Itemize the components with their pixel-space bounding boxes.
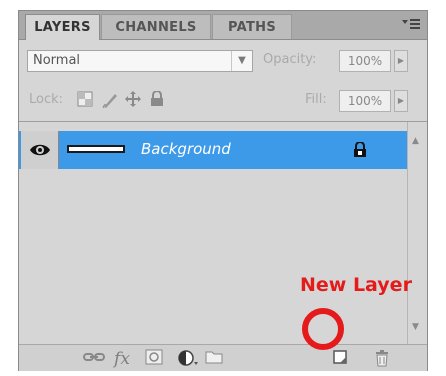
layer-name[interactable]: Background	[141, 140, 231, 158]
opacity-field[interactable]: 100%	[339, 50, 391, 72]
panel-menu-icon[interactable]	[401, 17, 421, 33]
blend-mode-value: Normal	[33, 53, 81, 68]
new-layer-icon[interactable]	[329, 349, 351, 369]
lock-fill-row: Lock: Fill: 100% ▶	[19, 81, 427, 122]
new-layer-highlight-circle	[302, 308, 344, 350]
lock-label: Lock:	[29, 92, 64, 107]
blend-opacity-row: Normal ▼ Opacity: 100% ▶	[19, 41, 427, 81]
adjustment-layer-icon[interactable]	[177, 349, 199, 369]
opacity-label: Opacity:	[263, 52, 317, 67]
scroll-down-icon[interactable]: ▼	[412, 322, 419, 332]
layer-list-scrollbar[interactable]: ▲ ▼	[407, 122, 427, 344]
lock-position-icon[interactable]	[125, 91, 141, 109]
lock-all-icon[interactable]	[149, 90, 165, 109]
layer-list: Background	[19, 122, 407, 344]
panel-tab-bar: LAYERS CHANNELS PATHS	[19, 11, 427, 40]
new-layer-annotation: New Layer	[300, 274, 412, 296]
layer-row-background[interactable]: Background	[19, 131, 407, 169]
panel-bottom-toolbar: fx	[19, 344, 427, 371]
layers-panel: LAYERS CHANNELS PATHS Normal ▼ Opacity: …	[18, 10, 428, 371]
scroll-up-icon[interactable]: ▲	[412, 136, 419, 146]
mask-icon[interactable]	[143, 349, 165, 369]
blend-mode-select[interactable]: Normal ▼	[27, 50, 253, 72]
tab-paths[interactable]: PATHS	[212, 14, 292, 39]
tab-layers[interactable]: LAYERS	[25, 14, 100, 40]
new-group-icon[interactable]	[203, 349, 225, 369]
layer-lock-icon	[353, 141, 367, 162]
visibility-eye-icon[interactable]	[21, 131, 59, 169]
link-layers-icon[interactable]	[83, 349, 105, 369]
delete-layer-icon[interactable]	[371, 349, 393, 369]
fill-slider-toggle[interactable]: ▶	[394, 90, 408, 112]
opacity-slider-toggle[interactable]: ▶	[394, 50, 408, 72]
chevron-down-icon[interactable]: ▼	[231, 51, 252, 71]
layer-thumbnail	[67, 145, 125, 153]
fill-label: Fill:	[305, 92, 327, 107]
fx-icon[interactable]: fx	[111, 349, 133, 369]
tab-channels[interactable]: CHANNELS	[101, 14, 211, 39]
lock-transparent-icon[interactable]	[77, 91, 93, 109]
lock-image-icon[interactable]	[101, 91, 117, 109]
fill-field[interactable]: 100%	[339, 90, 391, 112]
